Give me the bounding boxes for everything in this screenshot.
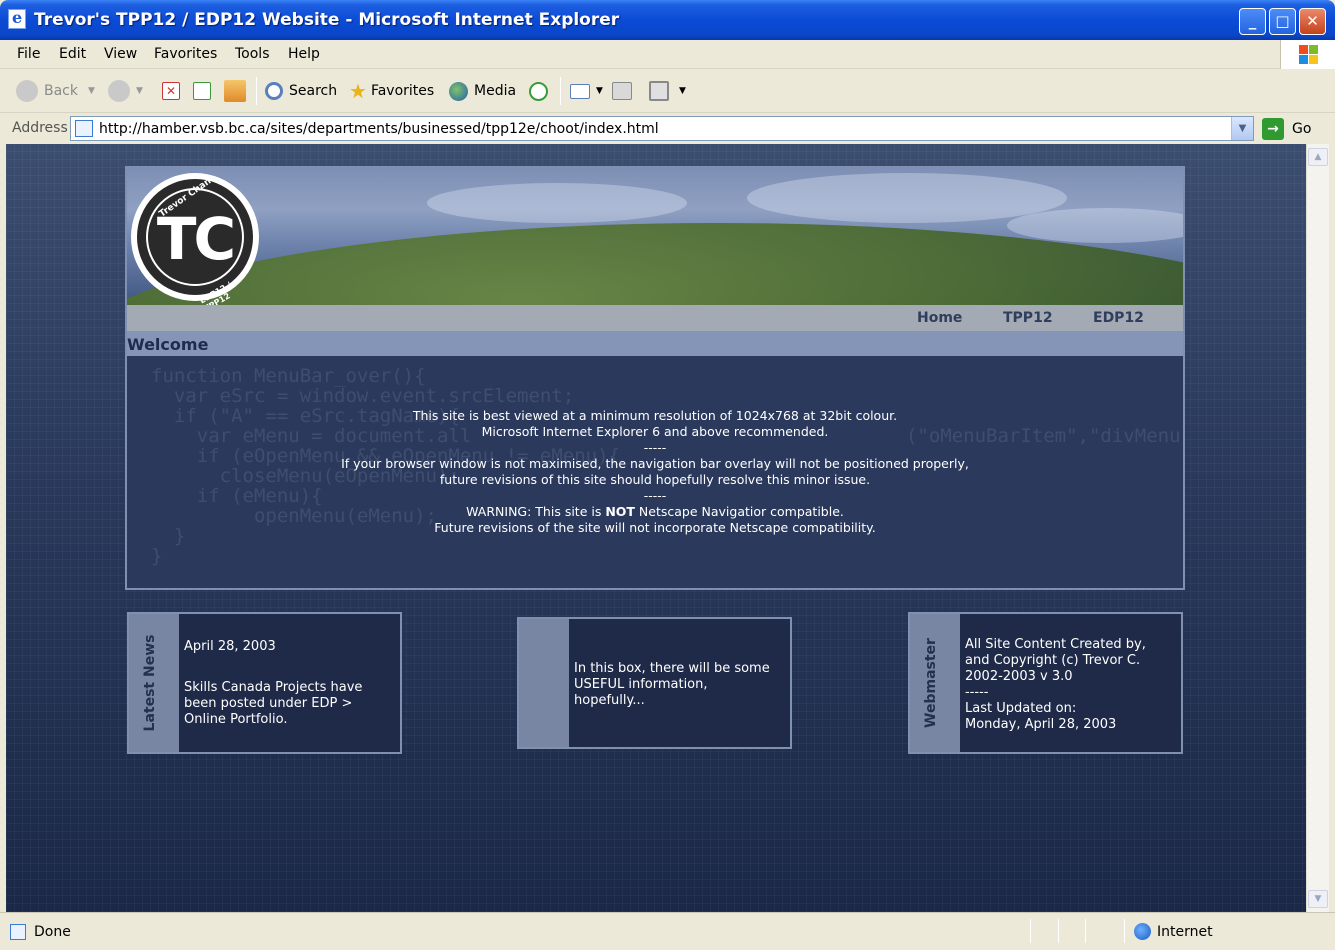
nav-edp12-link[interactable]: EDP12 bbox=[1093, 310, 1144, 326]
webmaster-box: Webmaster All Site Content Created by, a… bbox=[908, 612, 1183, 754]
latest-news-strip: Latest News bbox=[129, 614, 179, 752]
logo-initials: TC bbox=[156, 205, 236, 273]
ie-app-icon bbox=[8, 8, 26, 29]
header-banner: Trevor Chan TC EDP12 / TPP12 bbox=[127, 168, 1183, 305]
refresh-icon bbox=[193, 82, 211, 100]
nav-tpp12-link[interactable]: TPP12 bbox=[1003, 310, 1053, 326]
edit-page-icon bbox=[649, 81, 669, 101]
webmaster-label: Webmaster bbox=[923, 638, 939, 728]
site-nav-bar: Home TPP12 EDP12 bbox=[127, 305, 1183, 331]
info-box-strip bbox=[519, 619, 569, 747]
address-label: Address bbox=[12, 120, 68, 136]
address-url: http://hamber.vsb.bc.ca/sites/department… bbox=[99, 121, 659, 137]
window-title: Trevor's TPP12 / EDP12 Website - Microso… bbox=[34, 10, 620, 30]
history-button[interactable] bbox=[529, 78, 554, 104]
go-arrow-icon: → bbox=[1262, 117, 1284, 140]
menu-file[interactable]: File bbox=[17, 46, 40, 62]
latest-news-content: April 28, 2003 Skills Canada Projects ha… bbox=[184, 639, 363, 727]
search-button[interactable]: Search bbox=[265, 78, 337, 104]
back-dropdown-icon: ▼ bbox=[88, 86, 95, 96]
search-icon bbox=[265, 82, 283, 100]
printer-icon bbox=[612, 82, 632, 100]
info-box: In this box, there will be some USEFUL i… bbox=[517, 617, 792, 749]
notice-panel: function MenuBar_over(){ var eSrc = wind… bbox=[127, 356, 1183, 588]
mail-dropdown-icon: ▼ bbox=[596, 86, 603, 96]
minimize-button[interactable]: _ bbox=[1239, 8, 1266, 35]
standard-toolbar: Back ▼ ▼ ✕ Search ★ Favorites Media ▼ ▼ bbox=[0, 69, 1335, 113]
site-header-frame: Trevor Chan TC EDP12 / TPP12 Home TPP12 … bbox=[125, 166, 1185, 590]
stop-icon: ✕ bbox=[162, 82, 180, 100]
last-updated-date: Monday, April 28, 2003 bbox=[965, 717, 1117, 732]
latest-news-label: Latest News bbox=[142, 634, 158, 732]
notice-text: This site is best viewed at a minimum re… bbox=[341, 408, 969, 535]
page-viewport: Trevor Chan TC EDP12 / TPP12 Home TPP12 … bbox=[6, 144, 1306, 912]
mail-button[interactable]: ▼ bbox=[570, 78, 603, 104]
toolbar-separator bbox=[560, 77, 561, 105]
status-text: Done bbox=[34, 924, 71, 940]
go-button[interactable]: → Go bbox=[1262, 116, 1311, 141]
media-globe-icon bbox=[449, 81, 468, 101]
stop-button[interactable]: ✕ bbox=[162, 78, 186, 104]
print-button[interactable] bbox=[612, 78, 638, 104]
home-button[interactable] bbox=[224, 78, 252, 104]
menu-help[interactable]: Help bbox=[288, 46, 320, 62]
address-bar: Address http://hamber.vsb.bc.ca/sites/de… bbox=[0, 113, 1335, 144]
warning-not-emphasis: NOT bbox=[605, 504, 635, 519]
favorites-button[interactable]: ★ Favorites bbox=[349, 78, 434, 104]
webmaster-strip: Webmaster bbox=[910, 614, 960, 752]
back-arrow-icon bbox=[16, 80, 38, 102]
address-input[interactable]: http://hamber.vsb.bc.ca/sites/department… bbox=[70, 116, 1254, 141]
refresh-button[interactable] bbox=[193, 78, 217, 104]
status-page-icon bbox=[10, 924, 26, 940]
maximize-button[interactable]: □ bbox=[1269, 8, 1296, 35]
home-icon bbox=[224, 80, 246, 102]
menu-view[interactable]: View bbox=[104, 46, 137, 62]
media-button[interactable]: Media bbox=[449, 78, 516, 104]
scroll-up-arrow-icon[interactable]: ▲ bbox=[1308, 148, 1328, 166]
star-icon: ★ bbox=[349, 79, 367, 103]
latest-news-box: Latest News April 28, 2003 Skills Canada… bbox=[127, 612, 402, 754]
mail-icon bbox=[570, 83, 590, 99]
title-bar: Trevor's TPP12 / EDP12 Website - Microso… bbox=[0, 0, 1335, 40]
internet-globe-icon bbox=[1134, 923, 1151, 940]
toolbar-separator bbox=[256, 77, 257, 105]
status-divider bbox=[1124, 919, 1125, 943]
status-divider bbox=[1085, 919, 1086, 943]
back-button[interactable]: Back ▼ bbox=[16, 78, 95, 104]
edit-button[interactable]: ▼ bbox=[649, 78, 686, 104]
menu-favorites[interactable]: Favorites bbox=[154, 46, 217, 62]
menu-tools[interactable]: Tools bbox=[235, 46, 270, 62]
status-bar: Done Internet bbox=[0, 912, 1335, 950]
status-divider bbox=[1058, 919, 1059, 943]
vertical-scrollbar[interactable]: ▲ ▼ bbox=[1306, 144, 1329, 912]
welcome-heading: Welcome bbox=[127, 335, 209, 354]
forward-button[interactable]: ▼ bbox=[108, 78, 143, 104]
forward-dropdown-icon: ▼ bbox=[136, 86, 143, 96]
security-zone: Internet bbox=[1134, 923, 1213, 940]
address-dropdown-icon[interactable]: ▼ bbox=[1231, 117, 1253, 140]
history-icon bbox=[529, 81, 548, 101]
forward-arrow-icon bbox=[108, 80, 130, 102]
news-date: April 28, 2003 bbox=[184, 639, 276, 654]
menu-bar: File Edit View Favorites Tools Help bbox=[0, 40, 1335, 69]
nav-home-link[interactable]: Home bbox=[917, 310, 962, 326]
page-icon bbox=[75, 120, 93, 137]
windows-logo-icon bbox=[1280, 40, 1335, 69]
menu-edit[interactable]: Edit bbox=[59, 46, 86, 62]
close-button[interactable]: ✕ bbox=[1299, 8, 1326, 35]
scroll-down-arrow-icon[interactable]: ▼ bbox=[1308, 890, 1328, 908]
welcome-bar: Welcome bbox=[127, 331, 1183, 356]
edit-dropdown-icon: ▼ bbox=[679, 86, 686, 96]
status-divider bbox=[1030, 919, 1031, 943]
webmaster-content: All Site Content Created by, and Copyrig… bbox=[965, 637, 1146, 732]
info-box-content: In this box, there will be some USEFUL i… bbox=[574, 661, 770, 708]
site-logo: Trevor Chan TC EDP12 / TPP12 bbox=[131, 173, 259, 305]
